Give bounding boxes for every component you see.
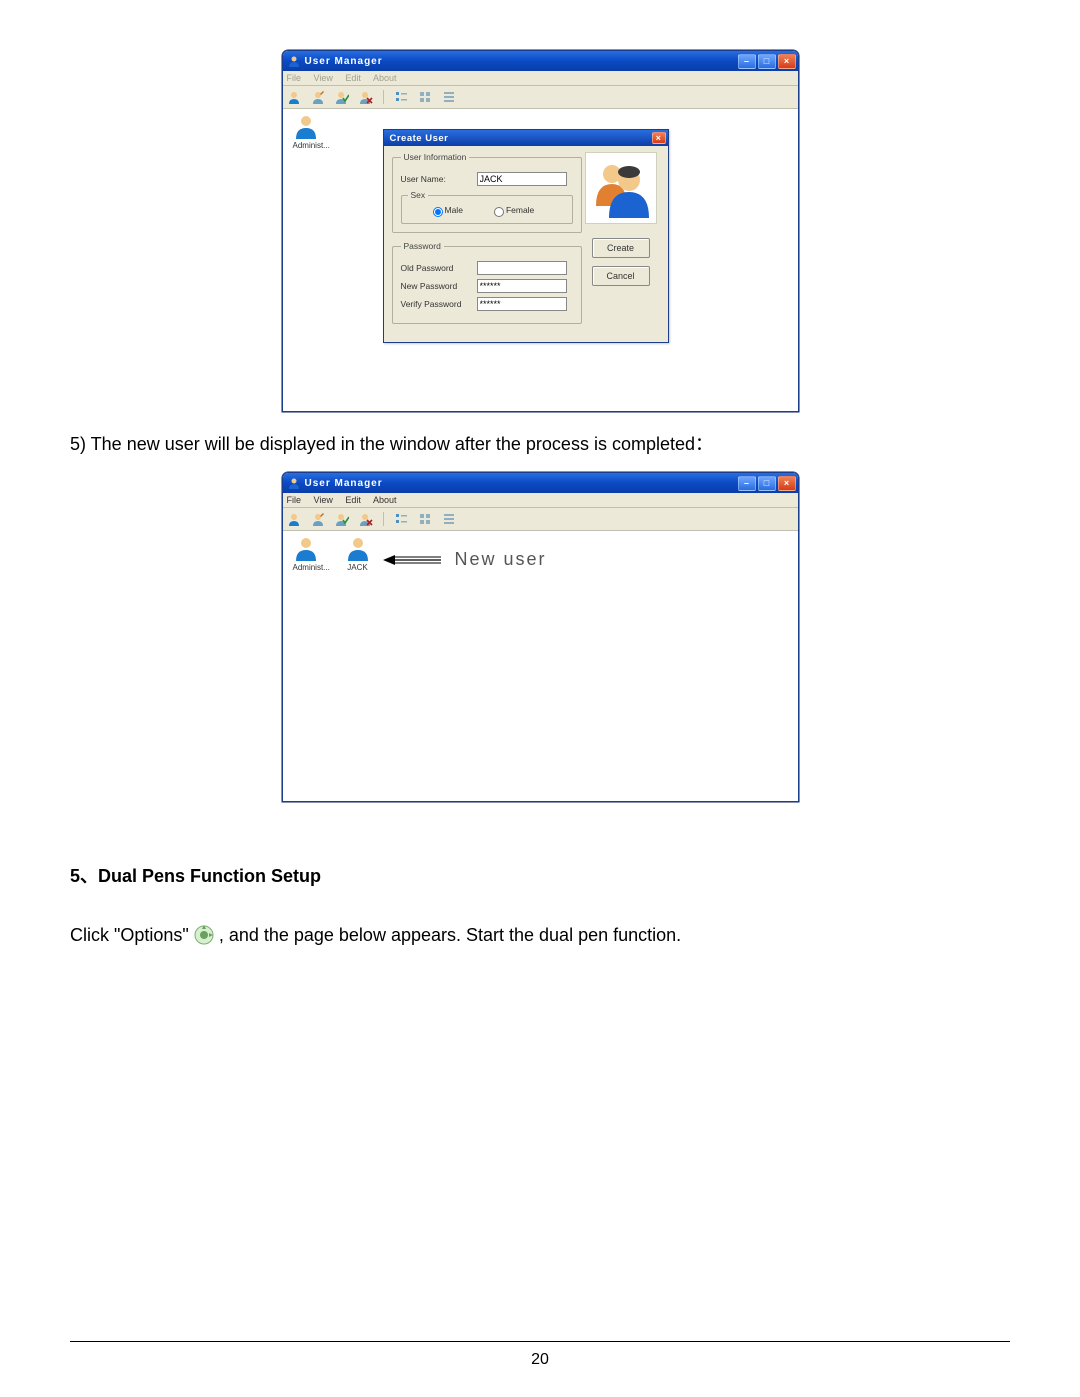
radio-female[interactable] (494, 207, 504, 217)
cancel-button[interactable]: Cancel (592, 266, 650, 286)
username-field[interactable] (477, 172, 567, 186)
label-username: User Name: (401, 174, 471, 184)
window-title: User Manager (305, 478, 738, 489)
radio-male-wrap[interactable]: Male (428, 204, 463, 217)
titlebar[interactable]: User Manager – □ × (283, 51, 798, 71)
avatar-preview (585, 152, 657, 224)
app-icon (287, 54, 301, 68)
toolbar (283, 86, 798, 109)
toolbar-list-icon[interactable] (392, 510, 410, 528)
toolbar-check-user-icon[interactable] (333, 88, 351, 106)
user-manager-window-2: User Manager – □ × File View Edit About (282, 472, 799, 802)
menu-about[interactable]: About (373, 495, 397, 505)
toolbar (283, 508, 798, 531)
label-old-password: Old Password (401, 263, 471, 273)
heading-dual-pens: 5、Dual Pens Function Setup (70, 862, 1010, 888)
label-new-password: New Password (401, 281, 471, 291)
create-button[interactable]: Create (592, 238, 650, 258)
radio-female-wrap[interactable]: Female (489, 204, 534, 217)
fieldset-user-info: User Information User Name: Sex Male (392, 152, 582, 233)
toolbar-user-icon[interactable] (285, 510, 303, 528)
menu-view[interactable]: View (314, 495, 333, 505)
text-segment-b: , and the page below appears. Start the … (219, 925, 681, 945)
options-paragraph: Click "Options" , and the page below app… (70, 922, 1010, 948)
window-title: User Manager (305, 56, 738, 67)
user-manager-window-1: User Manager – □ × File View Edit About (282, 50, 799, 412)
client-area: Administ... Create User × User Informati… (283, 109, 798, 411)
radio-male[interactable] (433, 207, 443, 217)
close-button[interactable]: × (778, 476, 796, 491)
new-user-annotation: New user (383, 549, 547, 570)
step-5-text: 5) The new user will be displayed in the… (70, 430, 1010, 456)
toolbar-edit-user-icon[interactable] (309, 510, 327, 528)
options-icon (189, 922, 219, 948)
arrow-left-icon (383, 555, 443, 565)
create-user-dialog: Create User × User Information User Name… (383, 129, 669, 343)
toolbar-list-icon[interactable] (392, 88, 410, 106)
label-verify-password: Verify Password (401, 299, 471, 309)
toolbar-check-user-icon[interactable] (333, 510, 351, 528)
toolbar-delete-user-icon[interactable] (357, 88, 375, 106)
menubar: File View Edit About (283, 71, 798, 86)
footer-rule (70, 1341, 1010, 1342)
page-number: 20 (0, 1351, 1080, 1369)
maximize-button[interactable]: □ (758, 54, 776, 69)
dialog-title: Create User (390, 133, 652, 144)
dialog-titlebar[interactable]: Create User × (384, 130, 668, 146)
user-item-administrator[interactable]: Administ... (293, 535, 330, 572)
menubar: File View Edit About (283, 493, 798, 508)
user-item-jack[interactable]: JACK (345, 535, 371, 572)
verify-password-field[interactable] (477, 297, 567, 311)
user-item-administrator[interactable]: Administ... (293, 113, 330, 150)
maximize-button[interactable]: □ (758, 476, 776, 491)
new-password-field[interactable] (477, 279, 567, 293)
menu-edit[interactable]: Edit (345, 73, 361, 83)
legend-user-info: User Information (401, 152, 470, 162)
user-label: JACK (345, 563, 371, 572)
toolbar-grid-icon[interactable] (416, 510, 434, 528)
annotation-label: New user (455, 549, 547, 570)
figure-1: User Manager – □ × File View Edit About (70, 50, 1010, 412)
toolbar-user-icon[interactable] (285, 88, 303, 106)
menu-file[interactable]: File (287, 495, 302, 505)
titlebar[interactable]: User Manager – □ × (283, 473, 798, 493)
menu-edit[interactable]: Edit (345, 495, 361, 505)
old-password-field[interactable] (477, 261, 567, 275)
dialog-close-button[interactable]: × (652, 132, 666, 144)
client-area: Administ... JACK (283, 531, 798, 801)
minimize-button[interactable]: – (738, 54, 756, 69)
toolbar-grid-icon[interactable] (416, 88, 434, 106)
fieldset-sex: Sex Male Female (401, 190, 573, 224)
toolbar-detail-icon[interactable] (440, 510, 458, 528)
figure-2: User Manager – □ × File View Edit About (70, 472, 1010, 802)
toolbar-detail-icon[interactable] (440, 88, 458, 106)
legend-password: Password (401, 241, 444, 251)
menu-view[interactable]: View (314, 73, 333, 83)
toolbar-delete-user-icon[interactable] (357, 510, 375, 528)
user-label: Administ... (293, 141, 330, 150)
menu-file[interactable]: File (287, 73, 302, 83)
close-button[interactable]: × (778, 54, 796, 69)
minimize-button[interactable]: – (738, 476, 756, 491)
user-label: Administ... (293, 563, 330, 572)
menu-about[interactable]: About (373, 73, 397, 83)
toolbar-edit-user-icon[interactable] (309, 88, 327, 106)
fieldset-password: Password Old Password New Password (392, 241, 582, 324)
legend-sex: Sex (408, 190, 429, 200)
text-segment-a: Click "Options" (70, 925, 189, 945)
app-icon (287, 476, 301, 490)
